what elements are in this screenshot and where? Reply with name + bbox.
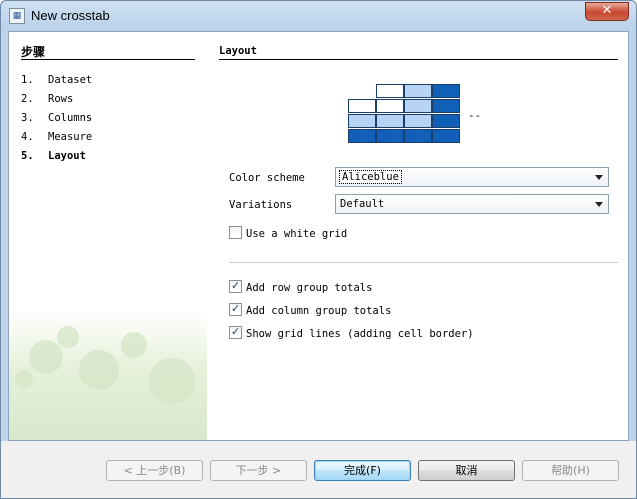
preview-suffix: -- <box>468 109 482 122</box>
cancel-button[interactable]: 取消 <box>418 460 515 481</box>
button-bar: < 上一步(B) 下一步 > 完成(F) 取消 帮助(H) <box>1 441 636 498</box>
steps-heading: 步骤 <box>21 45 46 59</box>
crosstab-preview <box>347 84 461 144</box>
preview-cell <box>404 114 432 128</box>
page-title-divider <box>219 59 618 60</box>
white-grid-label: Use a white grid <box>246 228 348 240</box>
crosstab-dialog: ▦ New crosstab ✕ 步骤 1. Dataset 2. Rows 3… <box>0 0 637 499</box>
preview-total-cell <box>376 129 404 143</box>
preview-row-header-cell <box>348 99 376 113</box>
back-button[interactable]: < 上一步(B) <box>106 460 203 481</box>
row-totals-option[interactable]: Add row group totals <box>229 279 373 294</box>
step-number: 4. <box>21 131 34 143</box>
preview-total-cell <box>348 129 376 143</box>
preview-total-cell <box>404 129 432 143</box>
variations-select[interactable]: Default <box>335 194 609 214</box>
row-totals-label: Add row group totals <box>246 282 373 294</box>
close-button[interactable]: ✕ <box>585 2 629 21</box>
color-scheme-label: Color scheme <box>229 172 305 184</box>
help-button[interactable]: 帮助(H) <box>522 460 619 481</box>
grid-lines-option[interactable]: Show grid lines (adding cell border) <box>229 325 474 340</box>
step-measure[interactable]: 4. Measure <box>21 131 92 143</box>
step-label: Rows <box>48 93 74 105</box>
page-title: Layout <box>219 45 257 57</box>
white-grid-checkbox[interactable] <box>229 226 242 239</box>
color-scheme-select[interactable]: Aliceblue <box>335 167 609 187</box>
grid-lines-checkbox[interactable] <box>229 325 242 339</box>
steps-divider <box>21 59 195 60</box>
preview-row-header-cell <box>348 114 376 128</box>
preview-header-cell <box>376 84 404 98</box>
color-scheme-value: Aliceblue <box>339 170 402 184</box>
step-label: Dataset <box>48 74 93 86</box>
steps-pane: 步骤 1. Dataset 2. Rows 3. Columns 4. Measure … <box>9 32 207 440</box>
layout-page: Layout -- Color scheme Aliceblue Variati… <box>207 32 628 440</box>
preview-cell <box>404 99 432 113</box>
step-label: Layout <box>48 150 86 162</box>
variations-label: Variations <box>229 199 293 211</box>
step-columns[interactable]: 3. Columns <box>21 112 92 124</box>
preview-cell <box>376 99 404 113</box>
row-totals-checkbox[interactable] <box>229 279 242 293</box>
preview-cell <box>376 114 404 128</box>
decorative-background <box>9 310 207 440</box>
options-divider <box>229 262 618 263</box>
step-label: Columns <box>48 112 93 124</box>
app-icon: ▦ <box>9 8 25 24</box>
dialog-body: 步骤 1. Dataset 2. Rows 3. Columns 4. Measure … <box>8 31 629 441</box>
white-grid-option[interactable]: Use a white grid <box>229 226 347 240</box>
preview-total-cell <box>432 99 460 113</box>
step-number: 3. <box>21 112 34 124</box>
preview-total-cell <box>432 84 460 98</box>
step-number: 1. <box>21 74 34 86</box>
step-rows[interactable]: 2. Rows <box>21 93 73 105</box>
preview-total-cell <box>432 114 460 128</box>
preview-total-cell <box>432 129 460 143</box>
column-totals-checkbox[interactable] <box>229 302 242 316</box>
grid-lines-label: Show grid lines (adding cell border) <box>246 328 474 340</box>
finish-button[interactable]: 完成(F) <box>314 460 411 481</box>
title-bar[interactable]: ▦ New crosstab ✕ <box>1 1 636 31</box>
column-totals-option[interactable]: Add column group totals <box>229 302 392 317</box>
step-dataset[interactable]: 1. Dataset <box>21 74 92 86</box>
window-title: New crosstab <box>31 8 110 23</box>
step-layout[interactable]: 5. Layout <box>21 150 86 162</box>
preview-header-cell <box>404 84 432 98</box>
next-button[interactable]: 下一步 > <box>210 460 307 481</box>
column-totals-label: Add column group totals <box>246 305 392 317</box>
step-number: 2. <box>21 93 34 105</box>
step-number: 5. <box>21 150 34 162</box>
variations-value: Default <box>340 198 385 210</box>
step-label: Measure <box>48 131 93 143</box>
chevron-down-icon <box>595 175 603 180</box>
chevron-down-icon <box>595 202 603 207</box>
